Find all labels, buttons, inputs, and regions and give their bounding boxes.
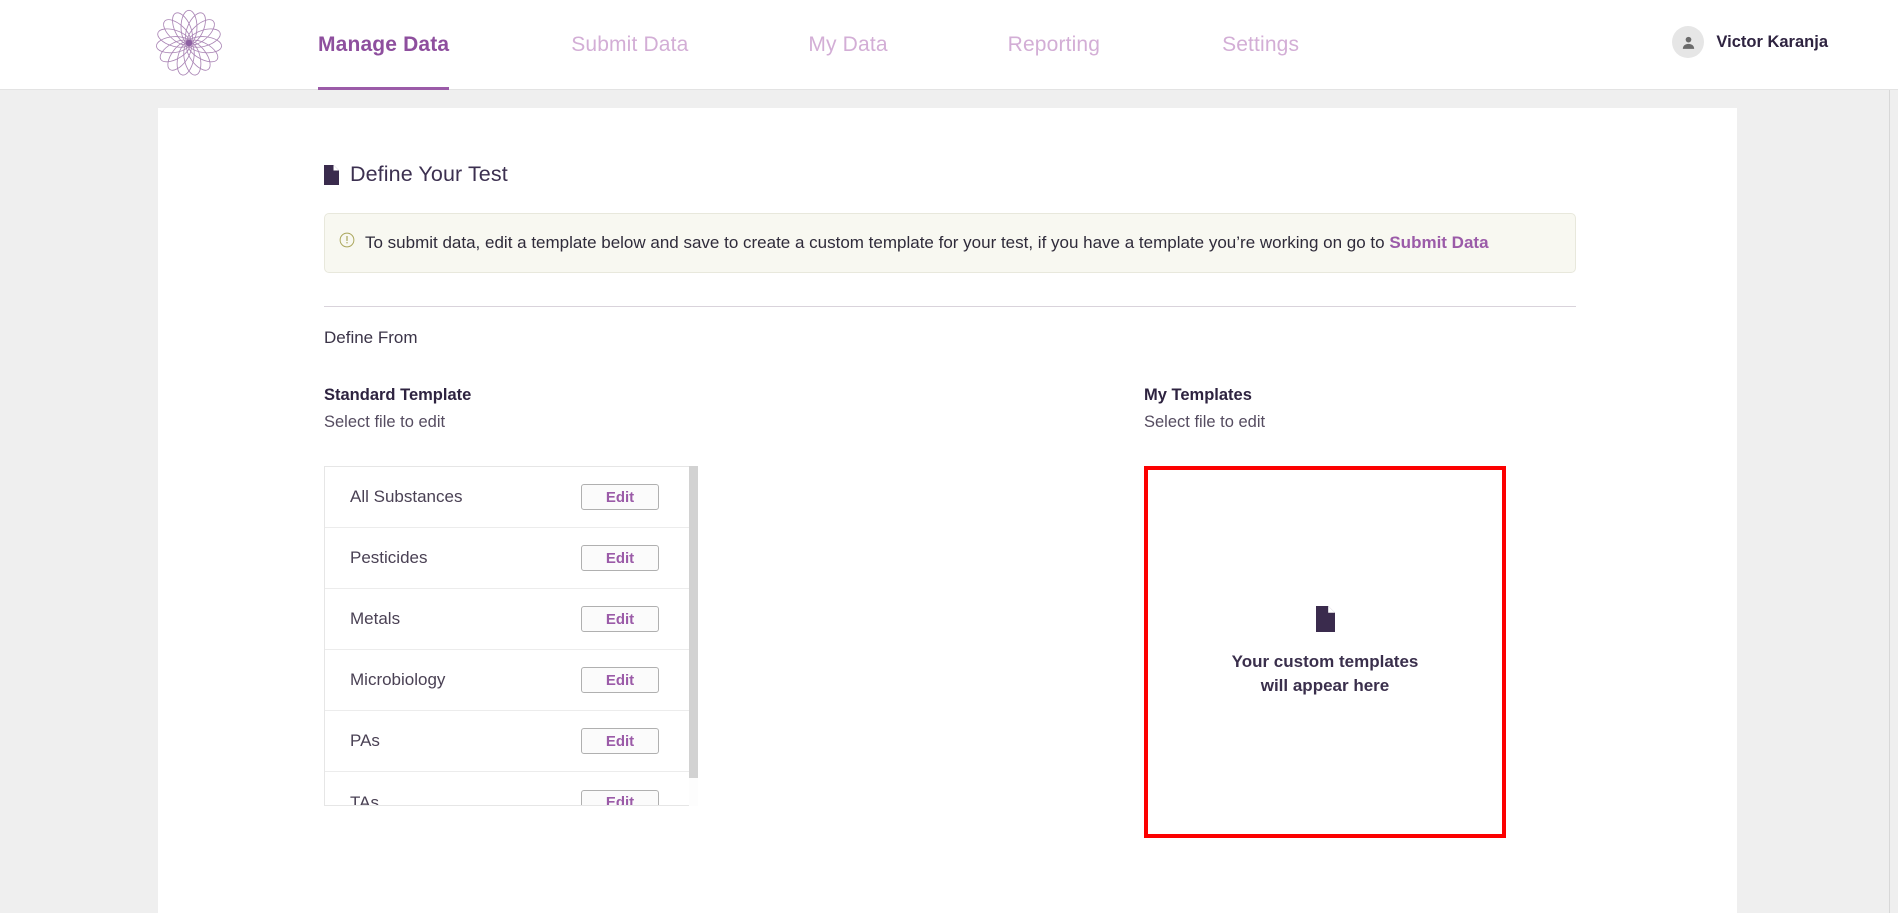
tab-manage-data[interactable]: Manage Data	[318, 0, 450, 90]
info-circle-icon	[339, 232, 355, 248]
list-scrollbar[interactable]	[689, 466, 698, 806]
app-header: Manage Data Submit Data My Data Reportin…	[0, 0, 1898, 90]
my-templates-empty-state: Your custom templates will appear here	[1144, 466, 1506, 838]
standard-template-heading: Standard Template	[324, 386, 472, 404]
user-menu[interactable]: Victor Karanja	[1672, 26, 1828, 58]
list-item[interactable]: TAs Edit	[325, 772, 690, 806]
person-icon	[1682, 36, 1695, 49]
list-item[interactable]: PAs Edit	[325, 711, 690, 772]
list-item-label: PAs	[350, 731, 380, 750]
main-navigation: Manage Data Submit Data My Data Reportin…	[318, 0, 1299, 90]
tab-submit-data[interactable]: Submit Data	[571, 0, 688, 90]
tab-my-data-label: My Data	[808, 33, 888, 56]
list-item[interactable]: Metals Edit	[325, 589, 690, 650]
list-item[interactable]: Pesticides Edit	[325, 528, 690, 589]
list-item-label: Microbiology	[350, 670, 446, 689]
edit-button[interactable]: Edit	[581, 789, 659, 805]
edit-button[interactable]: Edit	[581, 545, 659, 571]
my-templates-empty-text: Your custom templates will appear here	[1231, 652, 1419, 695]
edit-button[interactable]: Edit	[581, 667, 659, 693]
my-templates-heading: My Templates	[1144, 386, 1252, 404]
list-item-label: All Substances	[350, 487, 463, 506]
tab-submit-data-label: Submit Data	[571, 33, 689, 56]
tab-my-data[interactable]: My Data	[808, 0, 887, 90]
avatar	[1672, 26, 1705, 58]
submit-data-link[interactable]: Submit Data	[1389, 233, 1488, 252]
standard-template-subtitle: Select file to edit	[324, 413, 446, 431]
document-icon	[324, 164, 339, 185]
standard-template-column: Standard Template Select file to edit Al…	[324, 386, 1144, 838]
content-card: Define Your Test To submit data, edit a …	[158, 108, 1737, 913]
mandala-flower-logo-icon[interactable]	[150, 5, 228, 81]
info-banner-text: To submit data, edit a template below an…	[365, 229, 1489, 256]
page-scrollbar-rule	[1889, 90, 1890, 913]
page-title: Define Your Test	[324, 162, 1576, 187]
edit-button[interactable]: Edit	[581, 728, 659, 754]
my-templates-column: My Templates Select file to edit Your cu…	[1144, 386, 1584, 838]
list-item[interactable]: All Substances Edit	[325, 467, 690, 528]
list-item-label: TAs	[350, 792, 379, 806]
edit-button[interactable]: Edit	[581, 484, 659, 510]
document-icon	[1315, 606, 1335, 632]
list-item-label: Metals	[350, 609, 401, 628]
edit-button[interactable]: Edit	[581, 606, 659, 632]
list-item[interactable]: Microbiology Edit	[325, 650, 690, 711]
list-item-label: Pesticides	[350, 548, 428, 567]
page-scroll-area[interactable]: Define Your Test To submit data, edit a …	[0, 90, 1898, 913]
tab-settings[interactable]: Settings	[1222, 0, 1299, 90]
tab-reporting[interactable]: Reporting	[1008, 0, 1100, 90]
tab-reporting-label: Reporting	[1007, 33, 1101, 56]
info-banner-message: To submit data, edit a template below an…	[365, 233, 1390, 252]
page-title-text: Define Your Test	[350, 162, 508, 186]
my-templates-subtitle: Select file to edit	[1144, 413, 1266, 431]
standard-template-list-wrapper: All Substances Edit Pesticides Edit Meta…	[324, 466, 698, 806]
user-name: Victor Karanja	[1716, 32, 1828, 51]
template-columns: Standard Template Select file to edit Al…	[324, 386, 1584, 838]
define-from-label: Define From	[324, 328, 418, 347]
section-divider	[324, 306, 1576, 307]
standard-template-list: All Substances Edit Pesticides Edit Meta…	[324, 466, 690, 806]
tab-manage-data-label: Manage Data	[318, 33, 450, 56]
info-banner: To submit data, edit a template below an…	[324, 213, 1576, 273]
list-scrollbar-thumb[interactable]	[689, 466, 698, 778]
tab-settings-label: Settings	[1222, 33, 1300, 56]
